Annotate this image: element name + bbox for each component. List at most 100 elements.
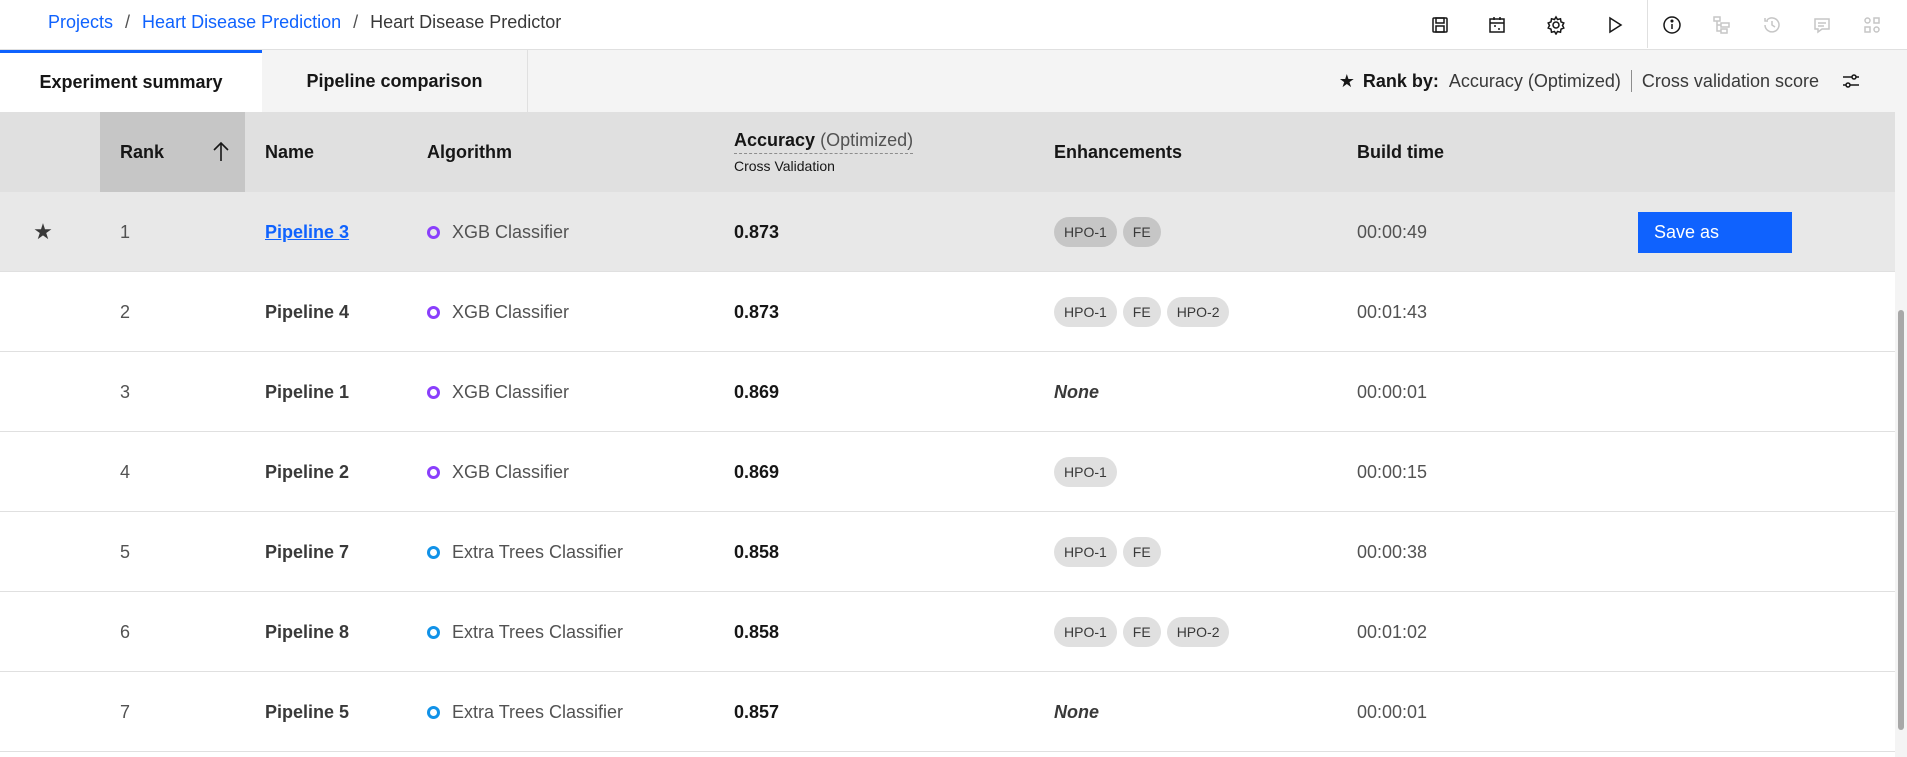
enhancement-tag: HPO-1: [1054, 297, 1117, 327]
breadcrumb-separator: /: [125, 12, 131, 32]
accuracy-cell: 0.857: [734, 701, 780, 722]
sort-ascending-icon[interactable]: [211, 140, 231, 169]
gear-icon[interactable]: [1544, 13, 1568, 37]
info-icon[interactable]: [1660, 13, 1684, 37]
build-time-cell: 00:00:15: [1357, 461, 1428, 482]
pipeline-name[interactable]: Pipeline 2: [265, 432, 349, 512]
pipeline-name-link[interactable]: Pipeline 3: [265, 222, 349, 243]
accuracy-cell: 0.869: [734, 461, 780, 482]
enhancements-cell: HPO-1 FE HPO-2: [1054, 592, 1235, 672]
build-time-cell: 00:01:43: [1357, 301, 1428, 322]
algorithm-dot-icon: [427, 625, 440, 639]
tab-bar: Experiment summary Pipeline comparison ★…: [0, 50, 1895, 112]
breadcrumb-projects[interactable]: Projects: [48, 12, 113, 33]
scrollbar-thumb[interactable]: [1898, 310, 1904, 730]
algorithm-label: Extra Trees Classifier: [452, 621, 624, 642]
table-row[interactable]: 5 Pipeline 7 Extra Trees Classifier 0.858 HP…: [0, 512, 1895, 592]
breadcrumb-project[interactable]: Heart Disease Prediction: [142, 12, 341, 33]
enhancement-tag: HPO-1: [1054, 617, 1117, 647]
algorithm-dot-icon: [427, 385, 440, 399]
algorithm-cell: XGB Classifier: [427, 352, 569, 432]
star-icon: ★: [33, 219, 53, 244]
tab-experiment-summary[interactable]: Experiment summary: [0, 50, 262, 112]
pipeline-name[interactable]: Pipeline 7: [265, 512, 349, 592]
history-icon[interactable]: [1760, 13, 1784, 37]
build-time-cell: 00:00:01: [1357, 381, 1428, 402]
play-icon[interactable]: [1603, 13, 1627, 37]
algorithm-dot-icon: [427, 305, 440, 319]
pipeline-name[interactable]: Pipeline 4: [265, 272, 349, 352]
header-accuracy[interactable]: Accuracy (Optimized) Cross Validation: [734, 112, 914, 192]
rank-by-metric[interactable]: Accuracy (Optimized): [1449, 71, 1621, 92]
header-algorithm[interactable]: Algorithm: [427, 112, 512, 192]
save-icon[interactable]: [1428, 13, 1452, 37]
table-row[interactable]: ★ 1 Pipeline 3 XGB Classifier 0.873 HPO-1 FE 00…: [0, 192, 1895, 272]
rank-cell: 6: [120, 621, 131, 642]
table-row[interactable]: 2 Pipeline 4 XGB Classifier 0.873 HPO-1 FE HPO…: [0, 272, 1895, 352]
enhancements-cell: HPO-1: [1054, 432, 1123, 512]
enhancements-none: None: [1054, 381, 1099, 402]
breadcrumb: Projects / Heart Disease Prediction / He…: [48, 12, 561, 33]
enhancements-cell: None: [1054, 352, 1099, 432]
star-icon: [30, 272, 56, 352]
enhancement-tag: FE: [1122, 617, 1161, 647]
header-rank-label: Rank: [120, 141, 165, 162]
accuracy-cell: 0.873: [734, 301, 780, 322]
enhancement-tag: HPO-2: [1166, 297, 1230, 327]
rank-by-divider: [1630, 70, 1632, 92]
top-bar: Projects / Heart Disease Prediction / He…: [0, 0, 1907, 50]
header-accuracy-optimized: (Optimized): [820, 130, 914, 150]
algorithm-dot-icon: [427, 705, 440, 719]
algorithm-cell: Extra Trees Classifier: [427, 592, 623, 672]
pipeline-name[interactable]: Pipeline 8: [265, 592, 349, 672]
algorithm-label: Extra Trees Classifier: [452, 701, 624, 722]
enhancements-cell: HPO-1 FE: [1054, 512, 1167, 592]
table-row[interactable]: 3 Pipeline 1 XGB Classifier 0.869 None 00:00:…: [0, 352, 1895, 432]
tab-pipeline-comparison[interactable]: Pipeline comparison: [262, 50, 528, 112]
settings-adjust-icon[interactable]: [1841, 69, 1865, 93]
enhancement-tag: HPO-2: [1166, 617, 1230, 647]
star-icon: [30, 432, 56, 512]
enhancement-tag: HPO-1: [1054, 537, 1117, 567]
enhancements-cell: HPO-1 FE: [1054, 192, 1167, 272]
header-rank[interactable]: Rank: [100, 112, 245, 192]
build-time-cell: 00:00:38: [1357, 541, 1428, 562]
algorithm-label: XGB Classifier: [452, 461, 570, 482]
enhancement-tag: FE: [1122, 537, 1161, 567]
star-icon: [30, 672, 56, 752]
star-icon: [30, 512, 56, 592]
enhancement-tag: HPO-1: [1054, 217, 1117, 247]
rank-by-control: ★ Rank by: Accuracy (Optimized) Cross va…: [1339, 50, 1865, 112]
algorithm-cell: Extra Trees Classifier: [427, 672, 623, 752]
header-build-time[interactable]: Build time: [1357, 112, 1444, 192]
pipeline-name[interactable]: Pipeline 1: [265, 352, 349, 432]
algorithm-cell: XGB Classifier: [427, 272, 569, 352]
rank-by-score[interactable]: Cross validation score: [1642, 71, 1819, 92]
accuracy-cell: 0.858: [734, 621, 780, 642]
table-row[interactable]: 7 Pipeline 5 Extra Trees Classifier 0.857 No…: [0, 672, 1895, 752]
rank-by-label: Rank by:: [1362, 70, 1439, 91]
save-as-button[interactable]: Save as: [1638, 211, 1792, 253]
rank-cell: 3: [120, 381, 131, 402]
table-row[interactable]: 6 Pipeline 8 Extra Trees Classifier 0.858 HP…: [0, 592, 1895, 672]
toolbar-divider: [1647, 0, 1648, 48]
rank-cell: 5: [120, 541, 131, 562]
pipeline-name[interactable]: Pipeline 5: [265, 672, 349, 752]
header-accuracy-label: Accuracy: [734, 130, 816, 150]
enhancement-tag: HPO-1: [1054, 457, 1117, 487]
enhancement-tag: FE: [1122, 217, 1161, 247]
accuracy-cell: 0.873: [734, 221, 780, 242]
table-header: Rank Name Algorithm Accuracy (Optimized)…: [0, 112, 1895, 192]
header-enhancements[interactable]: Enhancements: [1054, 112, 1182, 192]
algorithm-cell: XGB Classifier: [427, 432, 569, 512]
enhancements-cell: None: [1054, 672, 1099, 752]
hierarchy-icon[interactable]: [1710, 13, 1734, 37]
accuracy-cell: 0.869: [734, 381, 780, 402]
header-name[interactable]: Name: [265, 112, 314, 192]
comment-icon[interactable]: [1810, 13, 1834, 37]
apps-icon[interactable]: [1860, 13, 1884, 37]
calendar-icon[interactable]: [1485, 13, 1509, 37]
algorithm-dot-icon: [427, 225, 440, 239]
table-row[interactable]: 4 Pipeline 2 XGB Classifier 0.869 HPO-1 00:00…: [0, 432, 1895, 512]
star-icon: [30, 592, 56, 672]
